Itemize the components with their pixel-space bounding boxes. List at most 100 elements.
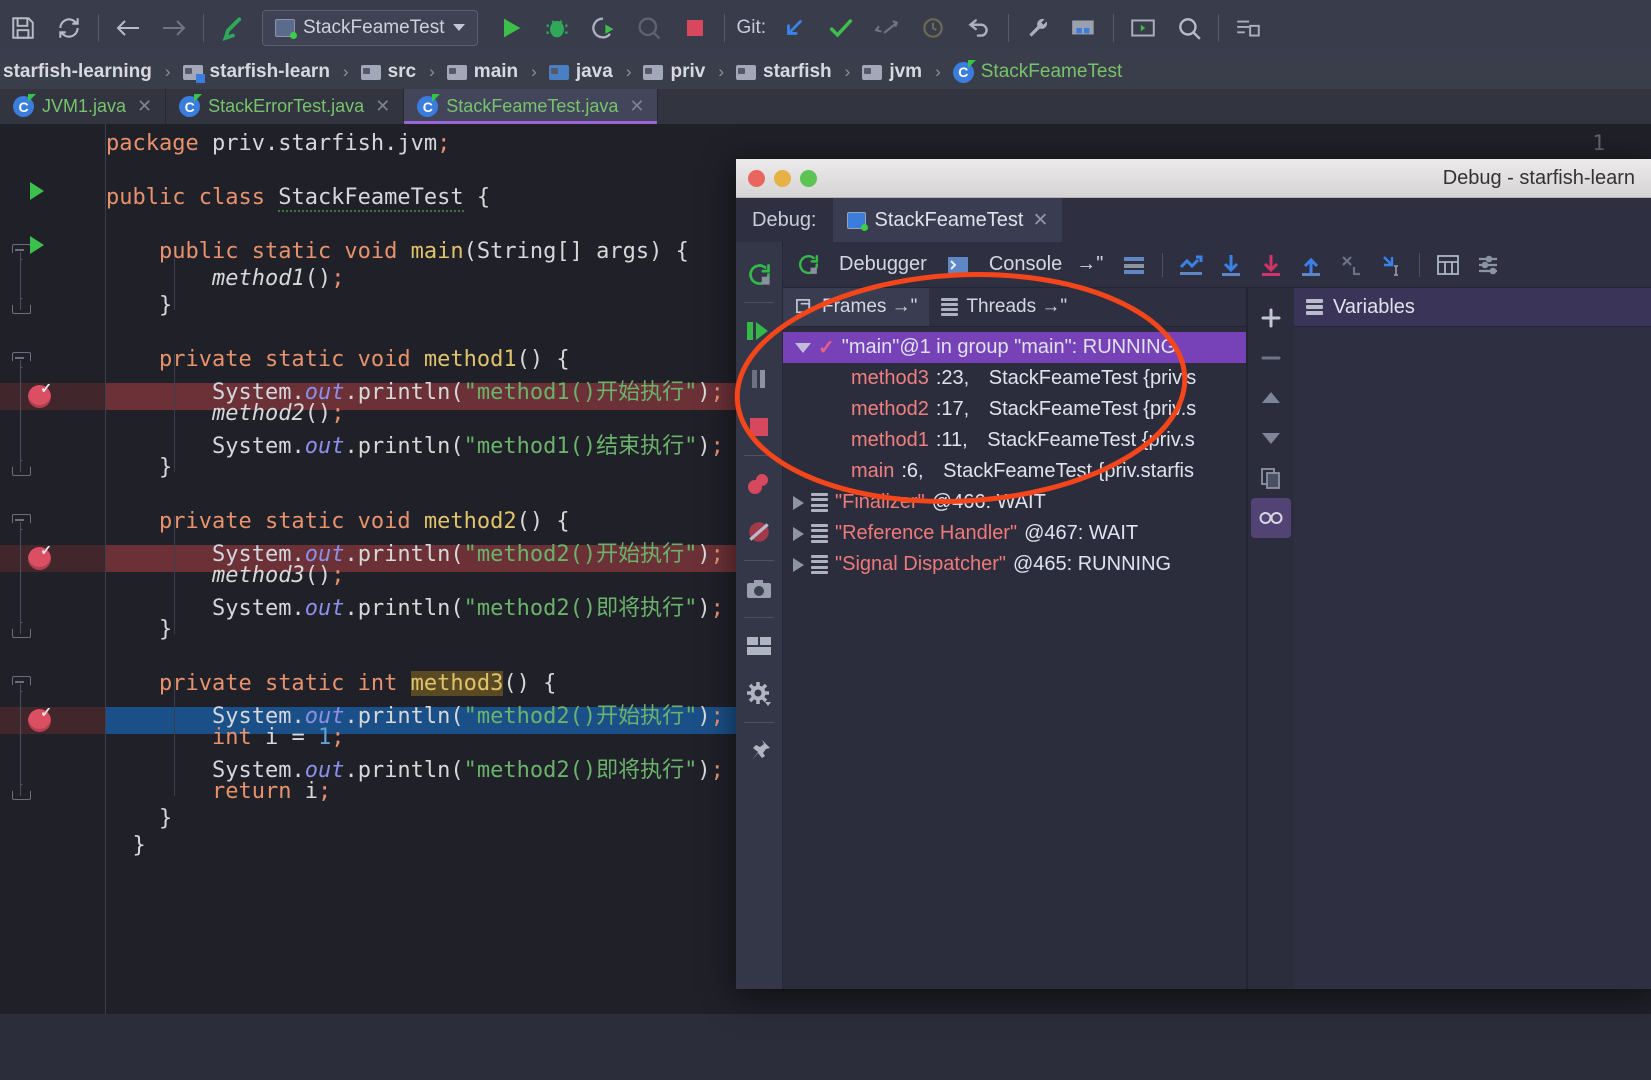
fold-marker-open-15[interactable] — [12, 514, 31, 530]
commit-check-icon[interactable] — [818, 5, 864, 51]
tab-threads[interactable]: Threads →" — [929, 288, 1079, 326]
forward-arrow-icon[interactable] — [151, 5, 197, 51]
breakpoint-line-23[interactable] — [28, 709, 51, 732]
run-main-marker[interactable] — [30, 236, 44, 254]
breakpoint-line-11[interactable] — [28, 385, 51, 408]
stack-frame-row[interactable]: method2:17, StackFeameTest {priv.s — [783, 394, 1246, 425]
variables-content[interactable] — [1294, 327, 1651, 989]
variables-header[interactable]: Variables — [1294, 288, 1651, 327]
fold-marker-open-5[interactable] — [12, 244, 31, 260]
evaluate-expression-icon[interactable] — [1429, 246, 1467, 284]
move-up-icon[interactable] — [1251, 378, 1291, 418]
run-class-marker[interactable] — [30, 182, 44, 200]
layout-icon[interactable] — [1225, 5, 1271, 51]
debug-sidebar — [736, 242, 783, 989]
run-to-cursor-icon[interactable] — [1372, 246, 1410, 284]
thread-row-reference-handler[interactable]: "Reference Handler"@467: WAIT — [783, 518, 1246, 549]
breadcrumb-item-5[interactable]: priv › — [640, 61, 733, 83]
pause-program-icon[interactable] — [736, 355, 782, 403]
thread-row-main[interactable]: ✓ "main"@1 in group "main": RUNNING — [783, 332, 1246, 363]
search-icon[interactable] — [1166, 5, 1212, 51]
step-out-icon[interactable] — [1292, 246, 1330, 284]
add-watch-icon[interactable] — [1251, 298, 1291, 338]
wrench-icon[interactable] — [1015, 5, 1061, 51]
close-icon[interactable]: ✕ — [137, 96, 152, 117]
fold-marker-close-26[interactable] — [12, 784, 31, 800]
update-project-icon[interactable] — [772, 5, 818, 51]
breadcrumb-item-2[interactable]: src › — [358, 61, 444, 83]
breadcrumb-item-4[interactable]: java › — [546, 61, 641, 83]
fold-marker-close-19[interactable] — [12, 622, 31, 638]
chevron-right-icon[interactable] — [793, 558, 804, 572]
rollback-icon[interactable] — [956, 5, 1002, 51]
rerun-icon[interactable] — [789, 246, 827, 284]
rerun-icon[interactable] — [736, 250, 782, 298]
restore-layout-icon[interactable] — [736, 622, 782, 670]
copy-icon[interactable] — [1251, 458, 1291, 498]
thread-row-finalizer[interactable]: "Finalizer"@466: WAIT — [783, 487, 1246, 518]
breadcrumb-item-8[interactable]: C StackFeameTest — [950, 61, 1126, 83]
debug-window[interactable]: Debug - starfish-learn Debug: StackFeame… — [736, 159, 1651, 989]
breadcrumb-item-7[interactable]: jvm › — [859, 61, 949, 83]
tab-frames[interactable]: Frames →" — [783, 288, 929, 326]
run-button[interactable] — [488, 5, 534, 51]
project-structure-icon[interactable] — [1061, 5, 1107, 51]
show-execution-point-icon[interactable] — [1172, 246, 1210, 284]
watches-toggle-icon[interactable] — [1251, 498, 1291, 538]
build-hammer-icon[interactable] — [210, 5, 256, 51]
terminal-icon[interactable] — [1120, 5, 1166, 51]
debugger-tab[interactable]: Debugger — [829, 253, 937, 276]
profile-icon[interactable] — [626, 5, 672, 51]
mute-breakpoints-icon[interactable] — [736, 508, 782, 556]
settings-icon[interactable] — [1469, 246, 1507, 284]
console-tab[interactable]: Console — [979, 253, 1072, 276]
layout-settings-icon[interactable] — [1115, 246, 1153, 284]
pin-icon[interactable] — [736, 727, 782, 775]
fold-marker-close-13[interactable] — [12, 460, 31, 476]
sync-icon[interactable] — [46, 5, 92, 51]
breadcrumb-item-3[interactable]: main › — [444, 61, 546, 83]
thread-row-signal-dispatcher[interactable]: "Signal Dispatcher"@465: RUNNING — [783, 549, 1246, 580]
run-configuration-selector[interactable]: StackFeameTest — [262, 10, 478, 46]
back-arrow-icon[interactable] — [105, 5, 151, 51]
console-icon[interactable] — [939, 246, 977, 284]
debug-session-tab[interactable]: StackFeameTest ✕ — [833, 198, 1063, 243]
fold-marker-close-7[interactable] — [12, 298, 31, 314]
chevron-right-icon[interactable] — [793, 527, 804, 541]
save-icon[interactable] — [0, 5, 46, 51]
close-icon[interactable]: ✕ — [375, 96, 390, 117]
screenshot-icon[interactable] — [736, 565, 782, 613]
history-clock-icon[interactable] — [910, 5, 956, 51]
drop-frame-icon[interactable] — [1332, 246, 1370, 284]
fold-marker-open-9[interactable] — [12, 352, 31, 368]
stack-frame-row[interactable]: method3:23, StackFeameTest {priv.s — [783, 363, 1246, 394]
close-icon[interactable]: ✕ — [1032, 209, 1048, 232]
debug-button[interactable] — [534, 5, 580, 51]
run-with-coverage-icon[interactable] — [580, 5, 626, 51]
stop-button[interactable] — [672, 5, 718, 51]
move-down-icon[interactable] — [1251, 418, 1291, 458]
remove-watch-icon[interactable] — [1251, 338, 1291, 378]
chevron-right-icon[interactable] — [793, 496, 804, 510]
editor-tab-stackfeametest[interactable]: C StackFeameTest.java ✕ — [404, 89, 658, 124]
breadcrumb-item-0[interactable]: starfish-learning › — [0, 61, 180, 83]
push-icon[interactable] — [864, 5, 910, 51]
step-over-icon[interactable] — [1212, 246, 1250, 284]
fold-marker-open-21[interactable] — [12, 676, 31, 692]
breadcrumb-item-1[interactable]: starfish-learn › — [180, 61, 358, 83]
toolbar-divider-2 — [1419, 253, 1420, 277]
editor-tab-stackerrortest[interactable]: C StackErrorTest.java ✕ — [166, 89, 404, 124]
stack-frame-row[interactable]: main:6, StackFeameTest {priv.starfis — [783, 456, 1246, 487]
thread-frame-list[interactable]: ✓ "main"@1 in group "main": RUNNING meth… — [783, 327, 1246, 989]
stop-icon[interactable] — [736, 403, 782, 451]
resume-program-icon[interactable] — [736, 307, 782, 355]
stack-frame-row[interactable]: method1:11, StackFeameTest {priv.s — [783, 425, 1246, 456]
chevron-down-icon[interactable] — [795, 343, 811, 353]
close-icon[interactable]: ✕ — [629, 96, 644, 117]
step-into-icon[interactable] — [1252, 246, 1290, 284]
breakpoint-line-17[interactable] — [28, 547, 51, 570]
editor-tab-jvm1[interactable]: C JVM1.java ✕ — [0, 89, 166, 124]
view-breakpoints-icon[interactable] — [736, 460, 782, 508]
breadcrumb-item-6[interactable]: starfish › — [733, 61, 859, 83]
settings-gear-icon[interactable] — [736, 670, 782, 718]
